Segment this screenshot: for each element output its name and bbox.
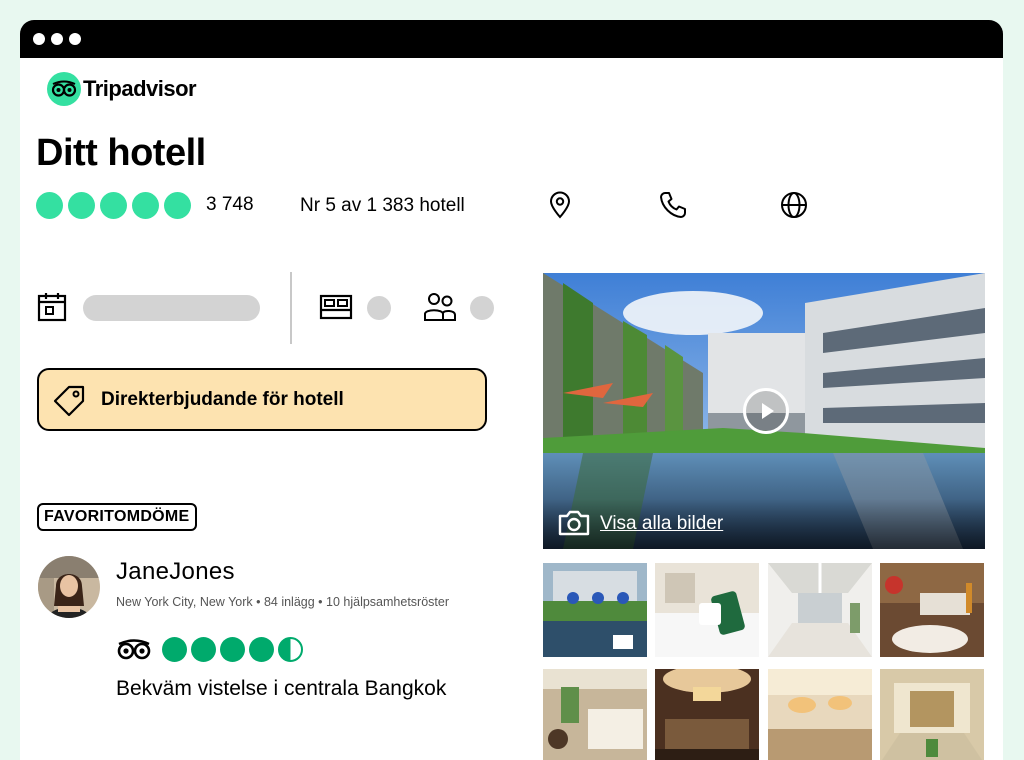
- review-count[interactable]: 3 748: [206, 194, 254, 216]
- phone-icon[interactable]: [658, 190, 688, 220]
- rating-bubble: [68, 191, 95, 219]
- owl-icon: [116, 638, 152, 660]
- guests-value[interactable]: [470, 296, 494, 320]
- rating-bubble: [164, 191, 191, 219]
- see-all-photos-link[interactable]: Visa alla bilder: [600, 513, 723, 535]
- reviewer-meta: New York City, New York • 84 inlägg • 10…: [116, 595, 449, 609]
- avatar[interactable]: [38, 556, 100, 618]
- rating-bubble: [100, 191, 127, 219]
- photo-thumbnail[interactable]: [543, 669, 647, 760]
- rating-bubble: [162, 636, 187, 662]
- review-rating: [116, 635, 303, 663]
- rating-bubble: [249, 636, 274, 662]
- rooms-value[interactable]: [367, 296, 391, 320]
- browser-titlebar: [20, 20, 1003, 58]
- map-pin-icon[interactable]: [545, 190, 575, 220]
- photo-thumbnail[interactable]: [655, 563, 759, 657]
- hotel-title: Ditt hotell: [36, 132, 206, 174]
- deal-label: Direkterbjudande för hotell: [101, 388, 344, 410]
- date-range-field[interactable]: [83, 295, 260, 321]
- booking-selector: [36, 272, 506, 344]
- photo-thumbnail[interactable]: [655, 669, 759, 760]
- rating-bubble: [36, 191, 63, 219]
- photo-thumbnail[interactable]: [768, 563, 872, 657]
- bed-icon[interactable]: [318, 291, 354, 328]
- window-dot[interactable]: [51, 33, 63, 45]
- price-tag-icon: [51, 383, 87, 417]
- photo-thumbnail[interactable]: [880, 669, 984, 760]
- play-icon[interactable]: [743, 388, 789, 434]
- people-icon[interactable]: [422, 289, 458, 330]
- owl-logo-icon: [47, 72, 81, 106]
- rating-bubble: [132, 191, 159, 219]
- browser-window: Tripadvisor Ditt hotell 3 748 Nr 5 av 1 …: [20, 20, 1003, 760]
- brand-name: Tripadvisor: [83, 76, 197, 101]
- hotel-ranking[interactable]: Nr 5 av 1 383 hotell: [300, 195, 465, 217]
- window-dot[interactable]: [69, 33, 81, 45]
- divider: [290, 272, 292, 344]
- direct-deal-button[interactable]: Direkterbjudande för hotell: [37, 368, 487, 431]
- review-title[interactable]: Bekväm vistelse i centrala Bangkok: [116, 677, 446, 701]
- window-dot[interactable]: [33, 33, 45, 45]
- reviewer-name[interactable]: JaneJones: [116, 558, 235, 586]
- calendar-icon[interactable]: [36, 291, 68, 328]
- hero-photo[interactable]: Visa alla bilder: [543, 273, 985, 549]
- globe-icon[interactable]: [779, 190, 809, 220]
- rating-bubble: [220, 636, 245, 662]
- photo-thumbnail[interactable]: [768, 669, 872, 760]
- hotel-rating[interactable]: 3 748: [36, 190, 254, 220]
- photo-thumbnail[interactable]: [543, 563, 647, 657]
- rating-bubble-half: [278, 636, 303, 662]
- tripadvisor-logo[interactable]: Tripadvisor: [47, 72, 197, 106]
- camera-icon[interactable]: [557, 509, 591, 542]
- photo-thumbnail[interactable]: [880, 563, 984, 657]
- featured-review-badge: FAVORITOMDÖME: [37, 503, 197, 531]
- rating-bubble: [191, 636, 216, 662]
